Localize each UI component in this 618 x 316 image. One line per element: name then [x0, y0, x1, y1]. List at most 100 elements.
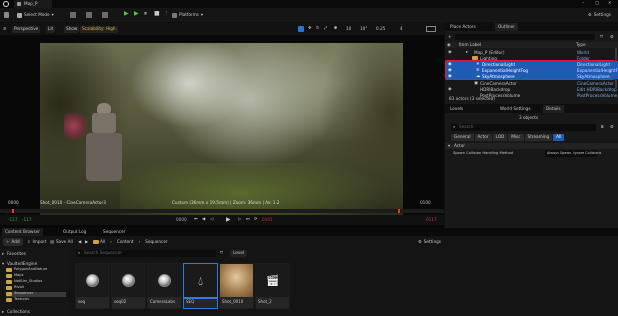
timeline-track[interactable] — [0, 209, 444, 213]
rotate-tool-icon[interactable]: ↻ — [316, 25, 320, 30]
scale-tool-icon[interactable]: ⤢ — [324, 25, 327, 30]
filter-streaming[interactable]: Streaming — [524, 134, 553, 141]
add-content-button[interactable] — [70, 12, 76, 18]
move-tool-icon[interactable]: ✥ — [308, 25, 312, 30]
play-in-window-icon[interactable]: ▶ — [134, 11, 139, 17]
content-settings-button[interactable]: ⚙ Settings — [418, 238, 441, 246]
eye-icon[interactable]: ◉ — [448, 86, 452, 91]
eye-icon[interactable]: ◉ — [448, 73, 452, 78]
close-button[interactable]: ✕ — [608, 0, 612, 5]
lock-icon[interactable]: ⌸ — [601, 124, 604, 129]
snap-scale-value[interactable]: 0.25 — [376, 26, 385, 31]
time-current[interactable]: 0000 — [176, 217, 187, 222]
viewport-render[interactable] — [40, 43, 403, 223]
breadcrumb-sequencer[interactable]: Sequencer — [145, 239, 167, 244]
snap-grid-value[interactable]: 10 — [346, 26, 351, 31]
time-start-2[interactable]: -117 — [22, 217, 32, 222]
lit-button[interactable]: Lit — [46, 26, 56, 33]
asset-tile[interactable]: seq — [75, 263, 110, 309]
blueprint-button[interactable] — [86, 12, 92, 18]
skip-start-icon[interactable]: ⏮ — [194, 216, 198, 221]
perspective-button[interactable]: Perspective — [12, 26, 41, 33]
level-filter-chip[interactable]: Level — [230, 250, 248, 257]
step-forward-icon[interactable]: ▷ — [238, 216, 241, 221]
filter-lod[interactable]: LOD — [492, 134, 508, 141]
collections-header[interactable]: ▸ Collections — [0, 309, 68, 315]
tree-row-post-process[interactable]: PostProcessVolume PostProcessVolume — [446, 92, 618, 98]
tab-outliner[interactable]: Outliner — [495, 23, 518, 31]
breadcrumb-content[interactable]: Content — [117, 239, 134, 244]
asset-tile[interactable]: Shot_0010 — [219, 263, 254, 309]
more-options-icon[interactable]: ⋮ — [164, 10, 168, 15]
filter-icon[interactable]: ⛉ — [600, 34, 603, 39]
reverse-icon[interactable]: ◁ — [210, 216, 213, 221]
play-icon[interactable]: ▶ — [124, 11, 129, 17]
details-search-input[interactable]: ⌕ Search — [451, 124, 596, 131]
maximize-button[interactable]: □ — [595, 0, 599, 5]
tab-place-actors[interactable]: Place Actors — [447, 23, 479, 31]
time-end-2[interactable]: 0117 — [426, 217, 437, 222]
step-back-icon[interactable]: ◀ — [202, 216, 205, 221]
col-type[interactable]: Type — [576, 42, 586, 47]
gear-icon[interactable]: ⚙ — [610, 124, 614, 129]
pause-icon[interactable]: ⏸ — [144, 11, 147, 17]
world-space-icon[interactable]: 🌐︎ — [334, 25, 337, 30]
settings-button[interactable]: ⚙ Settings — [588, 11, 611, 19]
filter-misc[interactable]: Misc — [508, 134, 524, 141]
tab-content-browser[interactable]: Content Browser — [2, 228, 43, 236]
spawn-collision-dropdown[interactable]: Always Spawn, Ignore Collisions — [545, 150, 601, 157]
show-button[interactable]: Show — [64, 26, 80, 33]
eye-icon[interactable]: ◉ — [448, 67, 452, 72]
map-tab[interactable]: Map_P — [14, 0, 52, 8]
time-start[interactable]: -117 — [8, 217, 18, 222]
playhead[interactable] — [12, 209, 14, 213]
tree-row-sky-atmosphere[interactable]: ◉ ☁ SkyAtmosphere SkyAtmosphere — [446, 73, 618, 79]
tree-folder[interactable]: Textures — [6, 297, 66, 303]
range-end-marker[interactable] — [398, 209, 400, 213]
filter-general[interactable]: General — [451, 134, 474, 141]
col-item-label[interactable]: Item Label — [459, 42, 481, 47]
tab-sequencer[interactable]: Sequencer — [100, 228, 128, 236]
breadcrumb-all[interactable]: All — [100, 239, 105, 244]
actor-section-header[interactable]: ▾ Actor — [445, 143, 618, 149]
eye-icon[interactable]: ◉ — [448, 61, 452, 66]
favorites-header[interactable]: ▸ Favorites — [0, 251, 68, 257]
filter-icon[interactable]: ⛉ — [220, 250, 223, 255]
minimize-button[interactable]: – — [582, 0, 584, 5]
forward-icon[interactable]: ▶ — [85, 239, 88, 244]
filter-all[interactable]: All — [553, 134, 565, 141]
cinematics-button[interactable] — [102, 12, 108, 18]
asset-tile[interactable]: seq02 — [111, 263, 146, 309]
hamburger-icon[interactable]: ≡ — [3, 26, 7, 31]
loop-icon[interactable]: ⟳ — [254, 216, 258, 221]
play-icon[interactable]: ▶ — [226, 217, 231, 223]
filter-actor[interactable]: Actor — [474, 134, 492, 141]
save-all-button[interactable]: ▤ Save All — [50, 238, 73, 246]
layout-button[interactable] — [426, 26, 436, 32]
tab-world-settings[interactable]: World Settings — [497, 105, 534, 113]
add-icon[interactable]: + — [448, 34, 452, 39]
save-icon[interactable] — [4, 12, 9, 18]
snap-rotation-value[interactable]: 10° — [360, 26, 367, 31]
stop-icon[interactable]: ■ — [154, 11, 160, 17]
select-mode-dropdown[interactable]: Select Mode ▾ — [17, 11, 54, 19]
asset-tile-selected[interactable]: 💧︎ SEQ — [183, 263, 218, 309]
select-tool-icon[interactable] — [298, 26, 304, 32]
camera-speed-value[interactable]: 4 — [400, 26, 403, 31]
asset-search-input[interactable]: ⌕ Search Sequencer — [76, 250, 216, 257]
tab-details[interactable]: Details — [543, 105, 564, 113]
tab-levels[interactable]: Levels — [447, 105, 466, 113]
eye-icon[interactable]: ◉ — [448, 49, 452, 54]
time-end[interactable]: 0101 — [262, 217, 273, 222]
add-button[interactable]: + Add — [3, 238, 23, 246]
scalability-button[interactable]: Scalability: High — [80, 26, 118, 33]
asset-tile[interactable]: CameraLabs — [147, 263, 182, 309]
asset-tile[interactable]: 🎬︎ Shot_2 — [255, 263, 290, 309]
platforms-dropdown[interactable]: Platforms ▾ — [172, 11, 203, 19]
outliner-search-input[interactable] — [455, 34, 595, 40]
import-button[interactable]: ⇩ Import — [27, 238, 46, 246]
tab-output-log[interactable]: Output Log — [60, 228, 89, 236]
back-icon[interactable]: ◀ — [78, 239, 81, 244]
gear-icon[interactable]: ⚙ — [610, 34, 614, 39]
skip-end-icon[interactable]: ⏭ — [246, 216, 250, 221]
